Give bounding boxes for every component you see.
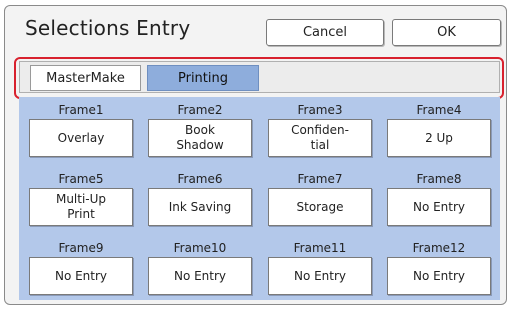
frame-button[interactable]: No Entry: [29, 257, 133, 295]
frame-button[interactable]: No Entry: [387, 188, 491, 226]
selections-entry-screen: Selections Entry Cancel OK MasterMake Pr…: [4, 5, 507, 305]
frame-grid: Frame1 Overlay Frame2 Book Shadow Frame3…: [19, 97, 500, 300]
frame-label: Frame8: [416, 172, 462, 186]
frame-label: Frame11: [293, 241, 347, 255]
frame-button[interactable]: Multi-Up Print: [29, 188, 133, 226]
frame-label: Frame3: [297, 103, 343, 117]
frame-label: Frame12: [412, 241, 466, 255]
frame-button[interactable]: Confiden- tial: [268, 119, 372, 157]
frame-label: Frame1: [58, 103, 104, 117]
page-title: Selections Entry: [25, 16, 191, 40]
frame-button[interactable]: 2 Up: [387, 119, 491, 157]
frame-button[interactable]: No Entry: [387, 257, 491, 295]
frame-label: Frame2: [177, 103, 223, 117]
cancel-button[interactable]: Cancel: [266, 19, 384, 46]
tab-printing[interactable]: Printing: [147, 65, 259, 91]
frame-button[interactable]: Book Shadow: [148, 119, 252, 157]
frame-label: Frame7: [297, 172, 343, 186]
frame-button[interactable]: Overlay: [29, 119, 133, 157]
frame-button[interactable]: No Entry: [148, 257, 252, 295]
frame-label: Frame9: [58, 241, 104, 255]
frame-label: Frame6: [177, 172, 223, 186]
tab-mastermake[interactable]: MasterMake: [30, 65, 141, 91]
frame-button[interactable]: Storage: [268, 188, 372, 226]
frame-button[interactable]: No Entry: [268, 257, 372, 295]
frame-label: Frame10: [173, 241, 227, 255]
tab-bar: MasterMake Printing: [19, 61, 500, 93]
ok-button[interactable]: OK: [392, 19, 501, 46]
frame-label: Frame5: [58, 172, 104, 186]
frame-label: Frame4: [416, 103, 462, 117]
frame-button[interactable]: Ink Saving: [148, 188, 252, 226]
